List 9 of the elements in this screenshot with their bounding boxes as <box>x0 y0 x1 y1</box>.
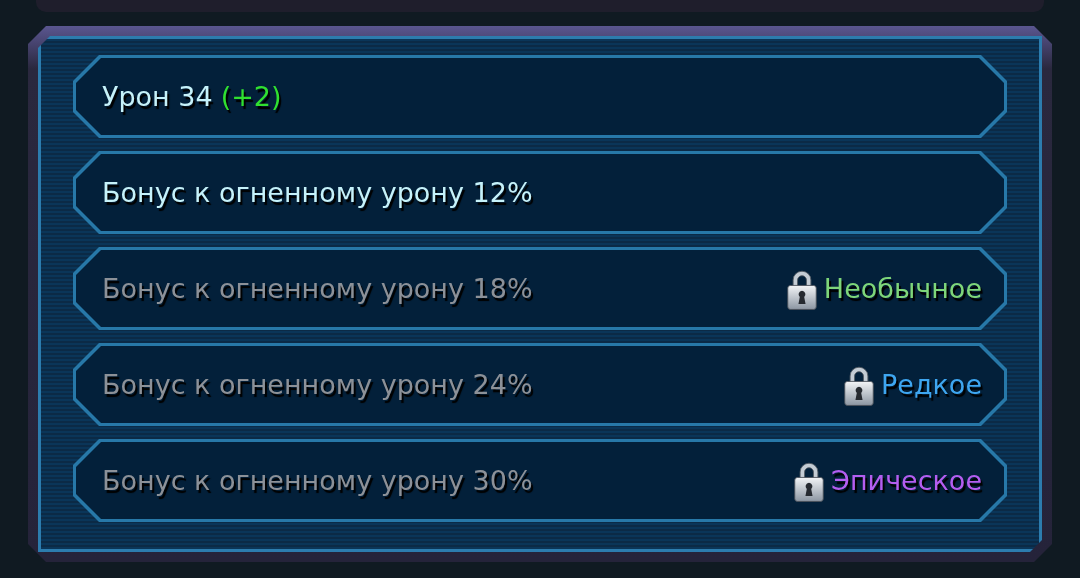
stat-text: Бонус к огненному урону 12% <box>102 177 533 208</box>
bonus-value: (+2) <box>220 81 282 112</box>
rarity-label: Редкое <box>881 369 982 400</box>
rarity-label: Необычное <box>823 273 982 304</box>
stat-text: Бонус к огненному урону 18% <box>102 273 533 304</box>
stat-text: Бонус к огненному урону 24% <box>102 369 533 400</box>
stat-text: Бонус к огненному урону 30% <box>102 465 533 496</box>
rarity-label: Эпическое <box>831 465 982 496</box>
stat-text: Урон 34 <box>102 81 213 112</box>
